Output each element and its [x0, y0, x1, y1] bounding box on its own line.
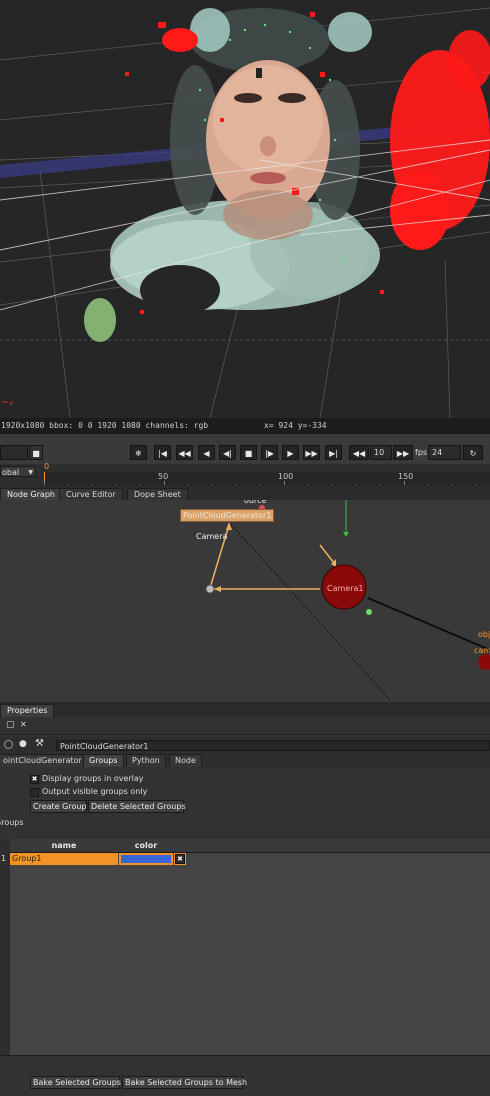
- properties-tab-bar: Properties: [0, 702, 490, 717]
- node-graph-canvas[interactable]: ource PointCloudGenerator1 Camera Camera…: [0, 500, 490, 702]
- tab-node[interactable]: Node: [169, 754, 202, 767]
- loop-icon[interactable]: ↻: [463, 445, 483, 460]
- green-arrow-icon: [343, 532, 349, 537]
- stop-icon[interactable]: ■: [240, 445, 257, 460]
- groups-section-label: Groups: [0, 818, 24, 827]
- lock-icon[interactable]: ■: [29, 445, 43, 460]
- delete-groups-button[interactable]: Delete Selected Groups: [88, 800, 186, 813]
- fps-input[interactable]: 24: [428, 445, 461, 460]
- cam-input-label: cam: [474, 646, 490, 655]
- timeline-scope-select[interactable]: obal ▼: [0, 466, 36, 477]
- display-groups-checkbox[interactable]: ✖: [30, 775, 39, 784]
- bake-mesh-button[interactable]: Bake Selected Groups to Mesh: [122, 1076, 247, 1089]
- viewer-info-bar: 1920x1080 bbox: 0 0 1920 1080 channels: …: [0, 418, 490, 434]
- tab-properties[interactable]: Properties: [0, 704, 55, 717]
- timeline-tick-label: 150: [398, 472, 414, 481]
- group-color-cell[interactable]: [119, 853, 173, 865]
- tab-groups[interactable]: Groups: [83, 754, 124, 767]
- tab-point-cloud-generator[interactable]: ointCloudGenerator: [0, 754, 88, 767]
- bake-groups-button[interactable]: Bake Selected Groups: [30, 1076, 121, 1089]
- next-keyframe-icon[interactable]: ▶▶: [303, 445, 320, 460]
- scene-node[interactable]: [478, 654, 490, 670]
- skip-forward-icon[interactable]: ▶▶: [393, 445, 413, 460]
- camera-node-label: Camera1: [327, 584, 364, 593]
- fps-label: fps: [415, 448, 428, 457]
- step-forward-icon[interactable]: |▶: [261, 445, 278, 460]
- node-name-input[interactable]: PointCloudGenerator1: [56, 740, 490, 751]
- first-frame-icon[interactable]: |◀: [154, 445, 171, 460]
- row-index: 1: [1, 854, 7, 863]
- scene-pipe: [367, 597, 490, 651]
- output-visible-checkbox[interactable]: [30, 788, 39, 797]
- timeline-tick-label: 100: [278, 472, 294, 481]
- timeline-tick-label: 50: [158, 472, 169, 481]
- close-all-icon[interactable]: ✕: [20, 720, 27, 729]
- group-visible-cell[interactable]: ✖: [174, 853, 186, 865]
- prev-frame-icon[interactable]: ◀: [198, 445, 215, 460]
- node-graph-connections: [205, 500, 490, 701]
- properties-toolbar: ▢ ✕: [0, 717, 490, 735]
- last-frame-icon[interactable]: ▶|: [325, 445, 342, 460]
- step-back-icon[interactable]: ◀|: [219, 445, 236, 460]
- transport-controls: ■ ❄ |◀ ◀◀ ◀ ◀| ■ |▶ ▶ ▶▶ ▶| ◀◀ 10 ▶▶ fps…: [0, 434, 490, 464]
- frame-increment-input[interactable]: 10: [370, 445, 392, 460]
- graph-tab-bar: Node Graph Curve Editor Dope Sheet: [0, 486, 490, 501]
- skip-back-icon[interactable]: ◀◀: [349, 445, 369, 460]
- axis-gizmo: x: [2, 399, 13, 407]
- frame-input[interactable]: [0, 445, 28, 460]
- current-frame-indicator: 0: [44, 462, 50, 471]
- point-cloud-face: [206, 60, 330, 240]
- green-viewer-dot[interactable]: [366, 609, 372, 615]
- arrow-up-icon: [226, 522, 232, 530]
- panel-settings-icon[interactable]: ▢: [6, 720, 15, 730]
- camera-input-label: Camera: [196, 532, 228, 541]
- column-color-header[interactable]: color: [119, 839, 173, 852]
- node-color-icon[interactable]: [4, 740, 13, 749]
- snowflake-icon[interactable]: ❄: [130, 445, 147, 460]
- format-info-text: 1920x1080 bbox: 0 0 1920 1080 channels: …: [1, 421, 209, 430]
- arrow-left-icon: [214, 586, 221, 592]
- tab-python[interactable]: Python: [126, 754, 166, 767]
- group-color-swatch: [121, 855, 171, 863]
- play-forward-icon[interactable]: ▶: [282, 445, 299, 460]
- point-cloud-generator-node[interactable]: PointCloudGenerator1: [180, 509, 275, 522]
- viewer-3d[interactable]: x: [0, 0, 490, 418]
- eye-icon[interactable]: ●: [19, 739, 27, 749]
- column-name-header[interactable]: name: [10, 839, 118, 852]
- create-group-button[interactable]: Create Group: [30, 800, 87, 813]
- chevron-down-icon: ▼: [28, 469, 33, 476]
- groups-table-header: name color: [10, 839, 490, 853]
- scope-select-value: obal: [2, 468, 20, 477]
- point-cloud-viewport[interactable]: x: [0, 0, 490, 418]
- output-visible-label: Output visible groups only: [42, 787, 148, 796]
- wrench-icon[interactable]: ⚒: [35, 738, 44, 749]
- cursor-position-text: x= 924 y=-334: [264, 421, 327, 430]
- dashed-pipe: [227, 520, 391, 701]
- svg-text:x: x: [9, 399, 13, 407]
- node-tab-bar: ointCloudGenerator Groups Python Node: [0, 753, 490, 767]
- camera-in-arrow-pipe: [319, 544, 335, 564]
- display-groups-label: Display groups in overlay: [42, 774, 144, 783]
- pipe-dot[interactable]: [205, 584, 215, 594]
- group-visible-checkbox[interactable]: ✖: [175, 854, 185, 864]
- source-input-label: ource: [244, 500, 267, 505]
- groups-table[interactable]: [10, 839, 490, 1056]
- group-name-cell[interactable]: Group1: [10, 853, 118, 865]
- obj-input-label: obj: [478, 630, 490, 639]
- prev-keyframe-icon[interactable]: ◀◀: [176, 445, 193, 460]
- row-index-column: [0, 839, 10, 1055]
- table-row[interactable]: 1 Group1 ✖: [0, 853, 490, 865]
- timeline-ruler[interactable]: 50 100 150: [44, 472, 490, 486]
